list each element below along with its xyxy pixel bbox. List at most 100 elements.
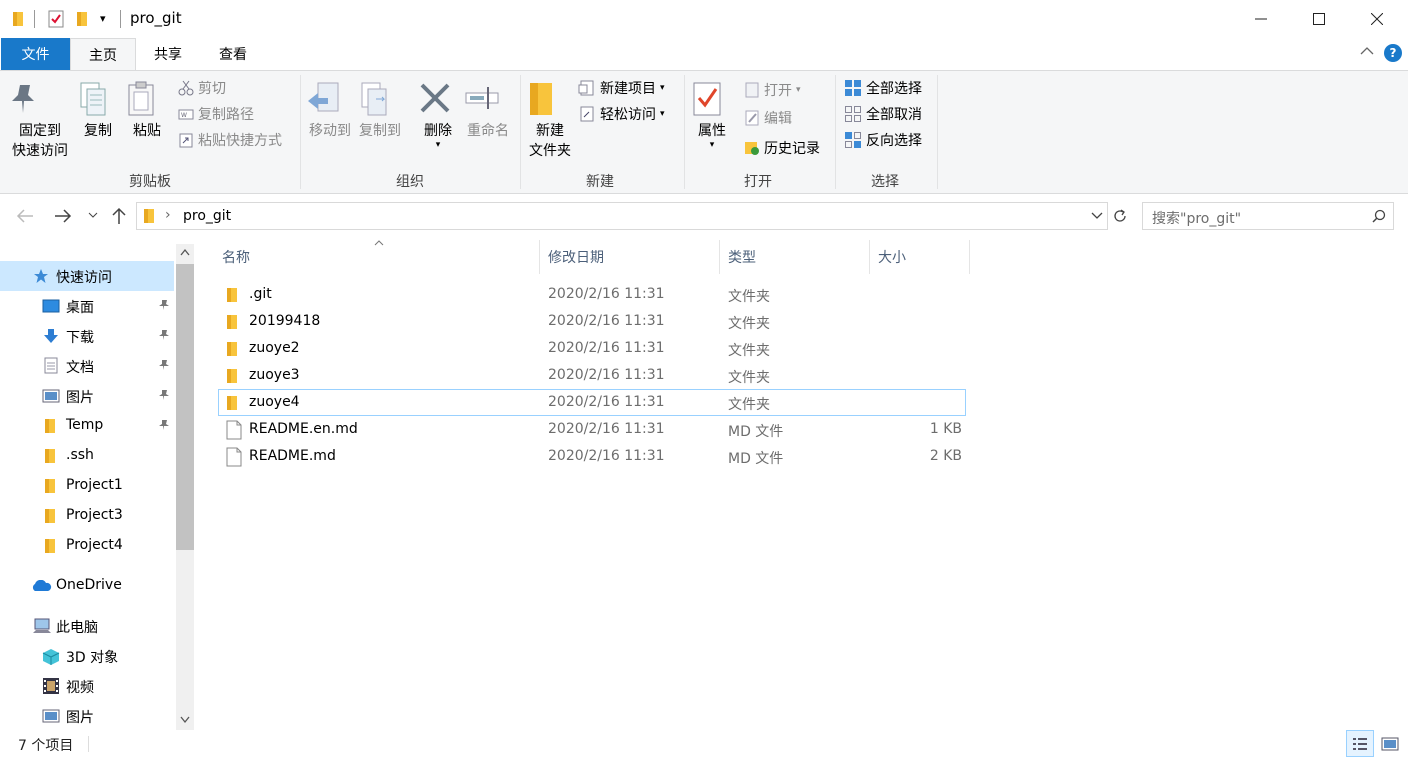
move-to-button[interactable]: 移动到 (306, 81, 354, 141)
sidebar-item-documents[interactable]: 文档 (0, 351, 174, 381)
sidebar-item-this-pc[interactable]: 此电脑 (0, 611, 174, 641)
file-row-zuoye3[interactable]: zuoye3 2020/2/16 11:31 文件夹 (218, 363, 966, 390)
close-button[interactable] (1348, 0, 1406, 38)
sidebar-item-pc-pictures[interactable]: 图片 (0, 701, 174, 731)
cut-button[interactable]: 剪切 (178, 77, 226, 99)
copy-to-button[interactable]: 复制到 (356, 81, 404, 141)
new-group-label: 新建 (586, 174, 614, 190)
customize-quick-access-icon[interactable]: ▾ (100, 12, 106, 25)
sidebar-item-onedrive[interactable]: OneDrive (0, 571, 174, 601)
column-header-type[interactable]: 类型 (720, 240, 870, 274)
sidebar-item-videos[interactable]: 视频 (0, 671, 174, 701)
sidebar-item-temp[interactable]: Temp (0, 411, 174, 441)
easy-access-label: 轻松访问 (600, 107, 656, 123)
easy-access-button[interactable]: 轻松访问 ▾ (578, 103, 665, 125)
column-header-size[interactable]: 大小 (870, 240, 970, 274)
search-box[interactable]: 搜索"pro_git" (1142, 202, 1394, 230)
picture-icon (42, 709, 60, 723)
file-row-zuoye4[interactable]: zuoye4 2020/2/16 11:31 文件夹 (218, 389, 966, 416)
details-view-button[interactable] (1346, 730, 1374, 757)
scrollbar-thumb[interactable] (176, 264, 194, 550)
new-item-button[interactable]: 新建项目 ▾ (578, 77, 665, 99)
refresh-icon[interactable] (1112, 208, 1128, 224)
delete-dropdown-icon[interactable]: ▾ (418, 141, 458, 150)
copy-button[interactable]: 复制 (78, 81, 118, 141)
file-date: 2020/2/16 11:31 (548, 286, 665, 302)
tab-file[interactable]: 文件 (1, 38, 70, 70)
collapse-ribbon-icon[interactable] (1360, 46, 1374, 56)
sidebar-item-3d-objects[interactable]: 3D 对象 (0, 641, 174, 671)
tab-home[interactable]: 主页 (70, 38, 136, 71)
folder-icon (226, 341, 238, 357)
search-placeholder[interactable]: 搜索"pro_git" (1152, 208, 1241, 228)
tab-share[interactable]: 共享 (136, 38, 200, 70)
document-icon (44, 357, 58, 374)
large-icons-view-button[interactable] (1376, 730, 1404, 757)
sidebar-item-pictures[interactable]: 图片 (0, 381, 174, 411)
breadcrumb-current[interactable]: pro_git (183, 208, 231, 224)
sidebar-item-project3[interactable]: Project3 (0, 501, 174, 531)
open-group-label: 打开 (744, 174, 772, 190)
sidebar-item-quick-access[interactable]: 快速访问 (0, 261, 174, 291)
sidebar-item-label: 视频 (66, 680, 94, 696)
address-bar[interactable]: › pro_git (136, 202, 1108, 230)
help-icon[interactable]: ? (1384, 44, 1402, 62)
file-row-readme[interactable]: README.md 2020/2/16 11:31 MD 文件 2 KB (218, 444, 966, 471)
file-row-git[interactable]: .git 2020/2/16 11:31 文件夹 (218, 282, 966, 309)
new-folder-icon (526, 81, 574, 117)
select-group-label: 选择 (871, 174, 899, 190)
sidebar-item-label: 桌面 (66, 300, 94, 316)
select-none-button[interactable]: 全部取消 (844, 103, 922, 125)
sidebar-item-project4[interactable]: Project4 (0, 531, 174, 561)
file-row-zuoye2[interactable]: zuoye2 2020/2/16 11:31 文件夹 (218, 336, 966, 363)
sidebar-scrollbar[interactable] (176, 244, 194, 730)
edit-label: 编辑 (764, 111, 792, 127)
back-arrow-icon[interactable] (16, 208, 34, 224)
delete-button[interactable]: 删除 ▾ (418, 81, 458, 150)
file-row-readme-en[interactable]: README.en.md 2020/2/16 11:31 MD 文件 1 KB (218, 417, 966, 444)
file-row-20199418[interactable]: 20199418 2020/2/16 11:31 文件夹 (218, 309, 966, 336)
sidebar-item-desktop[interactable]: 桌面 (0, 291, 174, 321)
recent-locations-icon[interactable] (88, 210, 98, 220)
pin-icon (158, 419, 170, 431)
tab-view[interactable]: 查看 (200, 38, 266, 70)
properties-button[interactable]: 属性 ▾ (692, 81, 732, 150)
pin-to-quick-access-button[interactable]: 固定到 快速访问 (8, 81, 72, 161)
history-button[interactable]: 历史记录 (744, 137, 820, 159)
file-name: README.md (249, 448, 336, 464)
large-icons-view-icon (1381, 737, 1399, 751)
address-dropdown-icon[interactable] (1091, 211, 1103, 221)
edit-button[interactable]: 编辑 (744, 107, 792, 129)
file-type: 文件夹 (728, 289, 770, 305)
sidebar-item-label: 文档 (66, 360, 94, 376)
sidebar-item-project1[interactable]: Project1 (0, 471, 174, 501)
properties-dropdown-icon[interactable]: ▾ (692, 141, 732, 150)
new-folder-icon[interactable] (76, 11, 88, 27)
file-icon (226, 420, 242, 440)
invert-selection-button[interactable]: 反向选择 (844, 129, 922, 151)
properties-icon (692, 81, 732, 117)
open-button[interactable]: 打开 ▾ (744, 79, 801, 101)
column-header-date[interactable]: 修改日期 (540, 240, 720, 274)
breadcrumb-chevron-icon[interactable]: › (165, 207, 171, 223)
select-all-icon (844, 79, 862, 97)
sidebar-item-downloads[interactable]: 下载 (0, 321, 174, 351)
column-header-name[interactable]: 名称 (214, 240, 540, 274)
rename-button[interactable]: 重命名 (464, 81, 512, 141)
up-arrow-icon[interactable] (112, 207, 126, 225)
search-icon[interactable] (1372, 209, 1386, 223)
select-all-button[interactable]: 全部选择 (844, 77, 922, 99)
scroll-up-icon[interactable] (180, 248, 190, 256)
properties-icon[interactable] (48, 10, 64, 28)
copy-path-button[interactable]: W 复制路径 (178, 103, 254, 125)
paste-button[interactable]: 粘贴 (126, 81, 168, 141)
sidebar-item-ssh[interactable]: .ssh (0, 441, 174, 471)
new-folder-button[interactable]: 新建 文件夹 (526, 81, 574, 161)
maximize-button[interactable] (1290, 0, 1348, 38)
forward-arrow-icon[interactable] (54, 208, 72, 224)
scroll-down-icon[interactable] (180, 716, 190, 724)
paste-shortcut-button[interactable]: 粘贴快捷方式 (178, 129, 282, 151)
minimize-button[interactable] (1232, 0, 1290, 38)
easy-access-icon (578, 106, 596, 122)
folder-icon (226, 287, 238, 303)
